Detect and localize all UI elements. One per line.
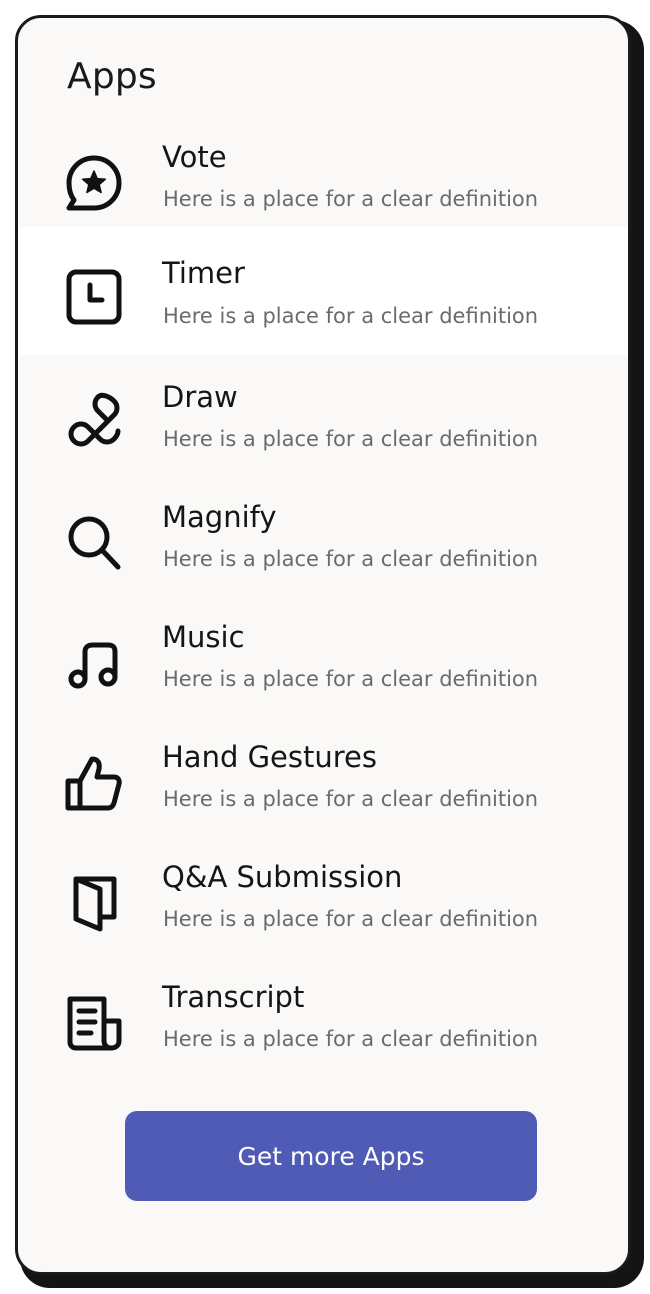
app-item-draw[interactable]: Draw Here is a place for a clear definit… <box>18 364 628 484</box>
app-name: Draw <box>162 380 238 414</box>
app-description: Here is a place for a clear definition <box>163 547 539 571</box>
app-name: Timer <box>162 256 245 290</box>
app-description: Here is a place for a clear definition <box>163 427 539 451</box>
timer-icon <box>62 265 126 329</box>
app-name: Magnify <box>162 500 277 534</box>
app-item-transcript[interactable]: Transcript Here is a place for a clear d… <box>18 964 628 1084</box>
app-name: Transcript <box>162 980 305 1014</box>
app-description: Here is a place for a clear definition <box>163 1027 539 1051</box>
magnify-icon <box>62 511 126 575</box>
app-item-qa-submission[interactable]: Q&A Submission Here is a place for a cle… <box>18 844 628 964</box>
app-name: Vote <box>162 140 227 174</box>
app-name: Q&A Submission <box>162 860 403 894</box>
app-description: Here is a place for a clear definition <box>163 907 539 931</box>
app-item-timer[interactable]: Timer Here is a place for a clear defini… <box>18 227 628 355</box>
app-item-magnify[interactable]: Magnify Here is a place for a clear defi… <box>18 484 628 604</box>
app-name: Music <box>162 620 245 654</box>
vote-icon <box>62 151 126 215</box>
app-description: Here is a place for a clear definition <box>163 787 539 811</box>
app-description: Here is a place for a clear definition <box>163 667 539 691</box>
book-icon <box>62 871 126 935</box>
thumbs-up-icon <box>62 751 126 815</box>
app-item-hand-gestures[interactable]: Hand Gestures Here is a place for a clea… <box>18 724 628 844</box>
draw-icon <box>62 391 126 455</box>
apps-panel: Apps Vote Here is a place for a clear de… <box>15 15 631 1275</box>
app-item-vote[interactable]: Vote Here is a place for a clear definit… <box>18 124 628 244</box>
app-item-music[interactable]: Music Here is a place for a clear defini… <box>18 604 628 724</box>
music-icon <box>62 631 126 695</box>
get-more-apps-button[interactable]: Get more Apps <box>125 1111 537 1201</box>
app-name: Hand Gestures <box>162 740 377 774</box>
panel-title: Apps <box>67 56 157 97</box>
transcript-icon <box>62 991 126 1055</box>
app-description: Here is a place for a clear definition <box>163 187 539 211</box>
app-description: Here is a place for a clear definition <box>163 304 539 328</box>
